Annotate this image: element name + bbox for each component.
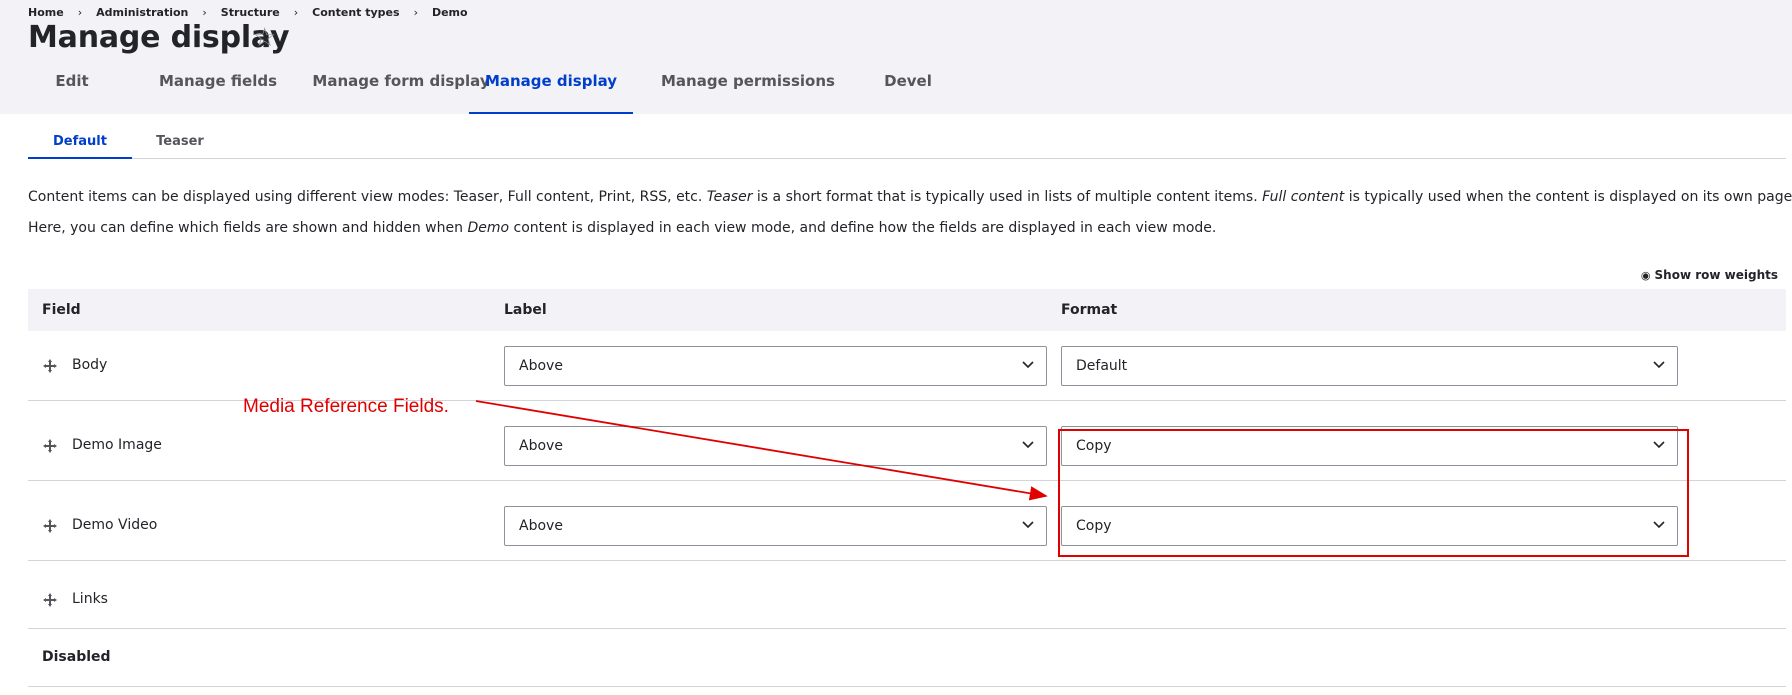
select-value: Default [1076,358,1128,374]
region-row-disabled: Disabled [28,629,1786,687]
move-arrows-icon[interactable] [42,518,58,534]
secondary-tabs: Default Teaser [28,130,1786,159]
subtab-teaser[interactable]: Teaser [132,134,228,149]
table-header: Field Label Format [28,289,1786,331]
tab-manage-permissions[interactable]: Manage permissions [648,70,848,114]
page-title: Manage display [28,20,290,55]
table-row: Body Above Default [28,331,1786,401]
column-header-field: Field [42,302,81,318]
chevron-down-icon [1022,521,1034,529]
format-select[interactable]: Default [1061,346,1678,386]
field-name: Links [72,591,108,607]
breadcrumb-home[interactable]: Home [28,6,64,19]
column-header-label: Label [504,302,547,318]
move-arrows-icon[interactable] [42,438,58,454]
tab-manage-fields[interactable]: Manage fields [116,70,320,114]
annotation-label: Media Reference Fields. [243,396,449,417]
tab-manage-display[interactable]: Manage display [469,70,633,114]
move-arrows-icon[interactable] [42,592,58,608]
breadcrumb-separator-icon: › [77,6,83,19]
chevron-down-icon [1022,361,1034,369]
breadcrumb-structure[interactable]: Structure [221,6,280,19]
breadcrumb-separator-icon: › [293,6,299,19]
field-name: Demo Image [72,437,162,453]
eye-icon: ◉ [1640,269,1651,282]
select-value: Above [519,518,563,534]
breadcrumb-separator-icon: › [413,6,418,19]
breadcrumb-content-types[interactable]: Content types [312,6,399,19]
chevron-down-icon [1022,441,1034,449]
subtab-default[interactable]: Default [28,134,132,159]
breadcrumb: Home › Administration › Structure › Content ty… [28,6,468,19]
tab-devel[interactable]: Devel [848,70,968,114]
select-value: Above [519,358,563,374]
table-row: Links [28,571,1786,629]
label-select[interactable]: Above [504,426,1047,466]
region-title-disabled: Disabled [42,649,111,665]
field-name: Demo Video [72,517,158,533]
star-icon[interactable]: ☆ [253,25,276,51]
field-name: Body [72,357,108,373]
show-row-weights-button[interactable]: ◉ Show row weights [1641,268,1778,282]
select-value: Above [519,438,563,454]
label-select[interactable]: Above [504,346,1047,386]
page-header: Home › Administration › Structure › Content ty… [0,0,1792,114]
column-header-format: Format [1061,302,1118,318]
breadcrumb-administration[interactable]: Administration [96,6,188,19]
description-paragraph-2: Here, you can define which fields are sh… [28,220,1217,236]
description-paragraph-1: Content items can be displayed using dif… [28,189,1792,205]
move-arrows-icon[interactable] [42,358,58,374]
breadcrumb-demo[interactable]: Demo [432,6,468,19]
label-select[interactable]: Above [504,506,1047,546]
breadcrumb-separator-icon: › [202,6,207,19]
tab-edit[interactable]: Edit [28,70,116,114]
chevron-down-icon [1653,361,1665,369]
annotation-highlight-box [1058,429,1689,557]
